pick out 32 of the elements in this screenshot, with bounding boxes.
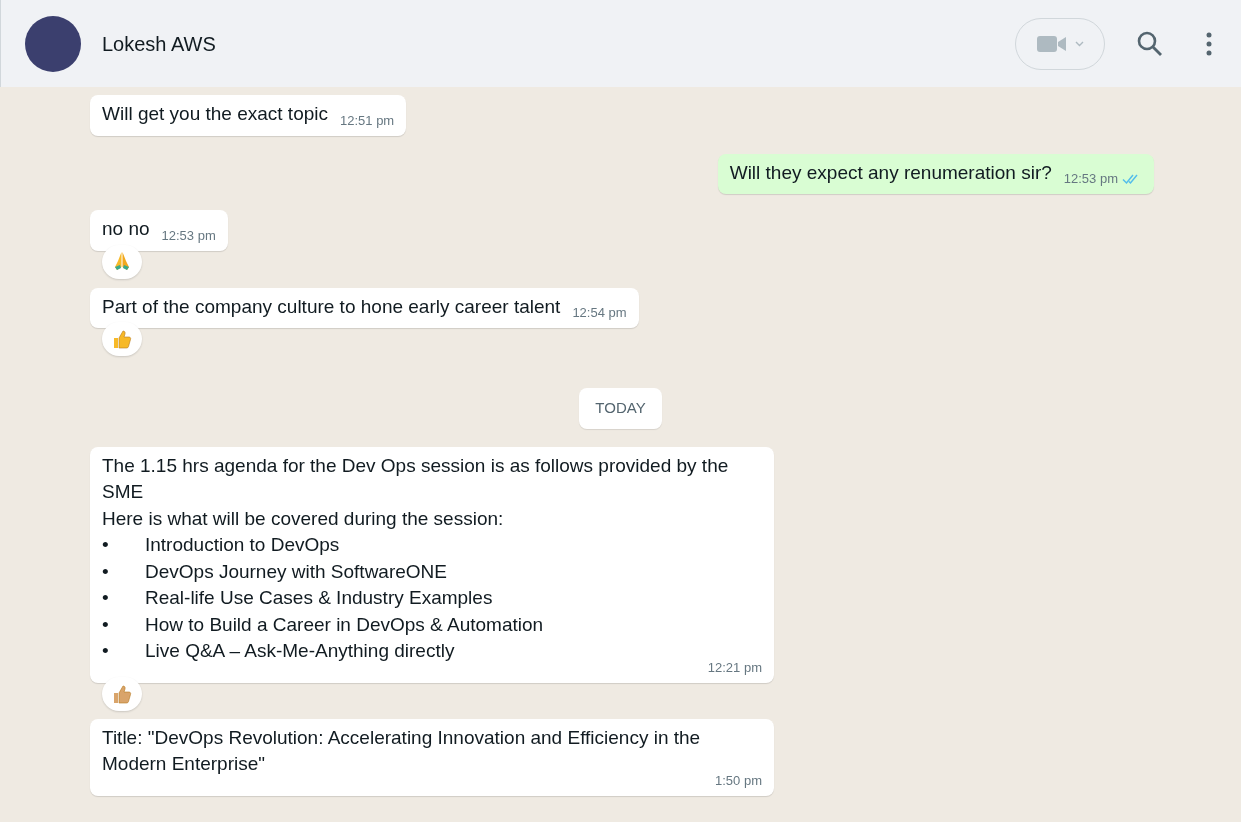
praying-hands-icon bbox=[112, 250, 132, 273]
bullet-mark: • bbox=[102, 612, 110, 637]
video-camera-icon bbox=[1036, 33, 1067, 54]
message-time: 12:54 pm bbox=[572, 306, 627, 319]
reaction-badge[interactable] bbox=[102, 322, 142, 356]
bullet-mark: • bbox=[102, 586, 110, 610]
message-text: How to Build a Career in DevOps & Automation bbox=[145, 612, 544, 637]
message-text: Here is what will be covered during the session: bbox=[102, 506, 505, 531]
message-time: 12:21 pm bbox=[707, 660, 762, 674]
message-time: 12:51 pm bbox=[340, 113, 395, 127]
message-time: 12:53 pm bbox=[1063, 172, 1118, 185]
menu-icon bbox=[1206, 31, 1212, 56]
message-text: Title: "DevOps Revolution: Accelerating Innovation and Efficiency in the Modern Enterprise" bbox=[102, 725, 702, 776]
message-text: The 1.15 hrs agenda for the Dev Ops session is as follows provided by the SME bbox=[102, 453, 730, 504]
message-time: 1:50 pm bbox=[715, 773, 762, 787]
thumbs-up-icon bbox=[111, 682, 133, 705]
message-text: Will get you the exact topic bbox=[102, 102, 328, 126]
message-text: no no bbox=[102, 217, 150, 241]
search-icon bbox=[1137, 30, 1163, 57]
message-text: Will they expect any renumeration sir? bbox=[729, 160, 1052, 185]
contact-name[interactable]: Lokesh AWS bbox=[102, 28, 216, 59]
bullet-mark: • bbox=[102, 559, 110, 584]
chevron-down-icon bbox=[1074, 40, 1084, 47]
thumbs-up-icon bbox=[111, 328, 133, 350]
message-text: Live Q&A – Ask-Me-Anything directly bbox=[145, 639, 455, 663]
message-text: Real-life Use Cases & Industry Examples bbox=[145, 586, 493, 610]
bullet-mark: • bbox=[102, 533, 110, 557]
message-time: 12:53 pm bbox=[161, 228, 216, 242]
message-text: Introduction to DevOps bbox=[145, 533, 340, 557]
message-text: DevOps Journey with SoftwareONE bbox=[145, 559, 447, 584]
bullet-mark: • bbox=[102, 639, 110, 663]
message-text: Part of the company culture to hone early career talent bbox=[102, 294, 561, 319]
